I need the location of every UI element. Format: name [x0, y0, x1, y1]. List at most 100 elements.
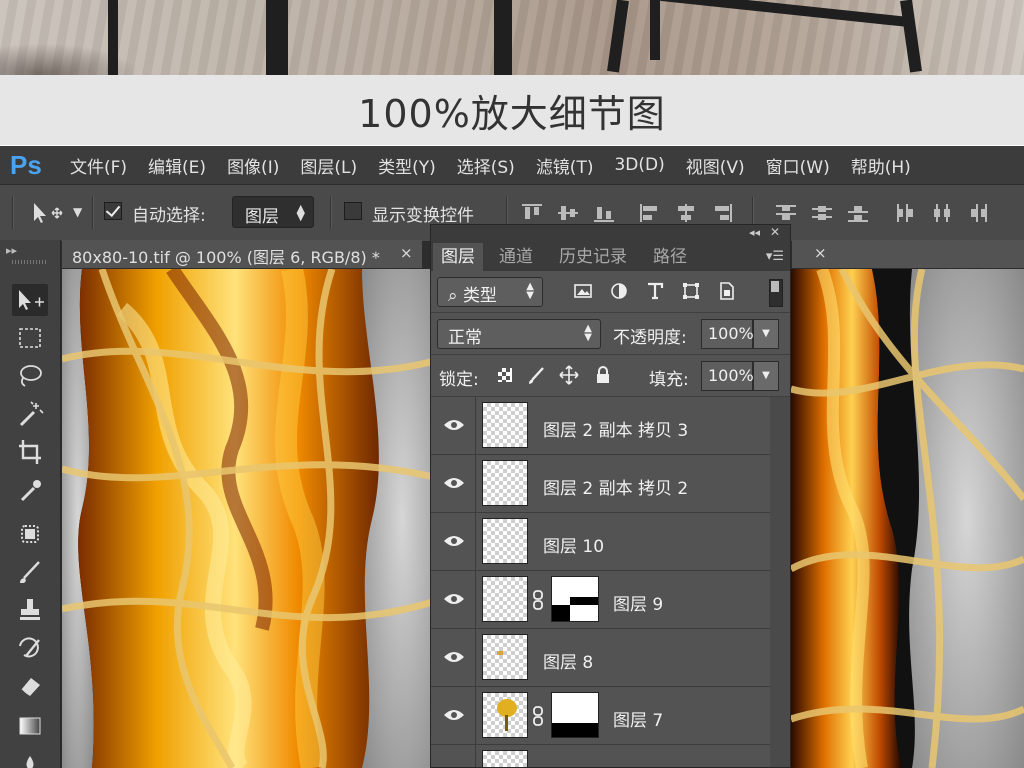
visibility-toggle[interactable] — [431, 571, 476, 629]
align-bottom-icon[interactable] — [592, 202, 616, 224]
layer-name: 图层 2 副本 拷贝 2 — [543, 479, 689, 499]
layer-row[interactable]: 图层 9 — [431, 571, 770, 629]
lasso-tool-button[interactable] — [12, 360, 48, 392]
filter-adjustment-icon[interactable] — [609, 281, 629, 301]
visibility-toggle[interactable] — [431, 455, 476, 513]
filter-toggle[interactable] — [769, 279, 783, 307]
layer-row[interactable]: 图层 2 副本 拷贝 3 — [431, 397, 770, 455]
eraser-tool-button[interactable] — [12, 670, 48, 702]
crop-tool-button[interactable] — [12, 436, 48, 468]
tab-history[interactable]: 历史记录 — [551, 243, 635, 271]
gradient-tool-button[interactable] — [12, 710, 48, 742]
filter-shape-icon[interactable] — [681, 281, 701, 301]
expand-icon[interactable]: ▸▸ — [6, 244, 17, 257]
magic-wand-icon — [19, 401, 44, 427]
distribute-hcenter-icon[interactable] — [930, 202, 954, 224]
lock-image-icon[interactable] — [527, 365, 547, 385]
tab-layers[interactable]: 图层 — [433, 243, 483, 271]
auto-select-dropdown[interactable]: 图层 ▲ ▼ — [232, 196, 314, 228]
menu-type[interactable]: 类型(Y) — [378, 153, 436, 178]
document-tab-2[interactable]: × — [792, 240, 1024, 268]
menu-help[interactable]: 帮助(H) — [851, 153, 911, 178]
tab-channels[interactable]: 通道 — [491, 243, 541, 271]
visibility-toggle[interactable] — [431, 687, 476, 745]
distribute-bottom-icon[interactable] — [846, 202, 870, 224]
healing-brush-tool-button[interactable] — [12, 518, 48, 550]
menu-select[interactable]: 选择(S) — [457, 153, 515, 178]
eye-icon — [444, 478, 464, 488]
menu-edit[interactable]: 编辑(E) — [148, 153, 206, 178]
opacity-input[interactable]: 100% — [701, 319, 754, 349]
tab-paths[interactable]: 路径 — [645, 243, 695, 271]
visibility-toggle[interactable] — [431, 745, 476, 767]
lock-all-icon[interactable] — [593, 365, 613, 385]
caption-band: 100%放大细节图 — [0, 75, 1024, 145]
menu-filter[interactable]: 滤镜(T) — [536, 153, 594, 178]
distribute-left-icon[interactable] — [894, 202, 918, 224]
move-tool-button[interactable] — [12, 284, 48, 316]
layer-mask-thumbnail[interactable] — [551, 576, 599, 622]
brush-tool-button[interactable] — [12, 556, 48, 588]
history-brush-tool-button[interactable] — [12, 632, 48, 664]
eyedropper-tool-button[interactable] — [12, 474, 48, 506]
menu-view[interactable]: 视图(V) — [686, 153, 745, 178]
show-transform-checkbox[interactable] — [344, 202, 362, 220]
lock-transparent-icon[interactable] — [495, 365, 515, 385]
distribute-right-icon[interactable] — [966, 202, 990, 224]
panel-menu-icon[interactable]: ▾☰ — [766, 249, 784, 264]
link-icon[interactable] — [531, 589, 545, 611]
menu-3d[interactable]: 3D(D) — [614, 155, 664, 175]
layer-list-scrollbar[interactable] — [770, 397, 790, 767]
menu-layer[interactable]: 图层(L) — [300, 153, 357, 178]
close-icon[interactable]: × — [400, 244, 413, 262]
panel-grip[interactable] — [12, 260, 46, 264]
fill-dropdown-button[interactable]: ▼ — [753, 361, 779, 391]
align-right-icon[interactable] — [710, 202, 734, 224]
move-tool-icon[interactable] — [30, 201, 64, 225]
distribute-vcenter-icon[interactable] — [810, 202, 834, 224]
close-icon[interactable]: ✕ — [770, 225, 780, 239]
mask-fill — [552, 605, 570, 621]
layer-row[interactable] — [431, 745, 770, 767]
blur-tool-button[interactable] — [12, 746, 48, 768]
visibility-toggle[interactable] — [431, 513, 476, 571]
filter-pixel-icon[interactable] — [573, 281, 593, 301]
filter-smart-object-icon[interactable] — [717, 281, 737, 301]
auto-select-checkbox[interactable] — [104, 202, 122, 220]
filter-type-icon[interactable] — [645, 281, 665, 301]
fill-input[interactable]: 100% — [701, 361, 754, 391]
marquee-tool-button[interactable] — [12, 322, 48, 354]
layer-mask-thumbnail[interactable] — [551, 692, 599, 738]
collapse-icon[interactable]: ◂◂ — [749, 226, 760, 239]
caption-title: 100%放大细节图 — [358, 91, 666, 136]
clone-stamp-tool-button[interactable] — [12, 594, 48, 626]
lock-position-icon[interactable] — [559, 365, 579, 385]
document-tab[interactable]: 80x80-10.tif @ 100% (图层 6, RGB/8) * × — [62, 240, 422, 268]
blend-mode-dropdown[interactable]: 正常 ▲ ▼ — [437, 319, 601, 349]
link-icon[interactable] — [531, 705, 545, 727]
chevron-down-icon[interactable]: ▼ — [73, 205, 82, 219]
distribute-top-icon[interactable] — [774, 202, 798, 224]
layer-row[interactable]: 图层 8 — [431, 629, 770, 687]
menu-file[interactable]: 文件(F) — [70, 153, 127, 178]
align-hcenter-icon[interactable] — [674, 202, 698, 224]
close-icon[interactable]: × — [814, 244, 827, 262]
layer-row[interactable]: 图层 10 — [431, 513, 770, 571]
panel-titlebar[interactable]: ◂◂ ✕ — [431, 225, 790, 243]
filter-kind-dropdown[interactable]: ⌕ 类型 ▲ ▼ — [437, 277, 543, 307]
align-left-icon[interactable] — [638, 202, 662, 224]
layer-row[interactable]: 图层 2 副本 拷贝 2 — [431, 455, 770, 513]
menu-image[interactable]: 图像(I) — [227, 153, 279, 178]
brush-icon — [20, 561, 40, 583]
align-vcenter-icon[interactable] — [556, 202, 580, 224]
visibility-toggle[interactable] — [431, 397, 476, 455]
lock-label: 锁定: — [439, 370, 479, 390]
align-top-icon[interactable] — [520, 202, 544, 224]
visibility-toggle[interactable] — [431, 629, 476, 687]
menu-window[interactable]: 窗口(W) — [766, 153, 830, 178]
gradient-icon — [19, 717, 41, 735]
filter-row: ⌕ 类型 ▲ ▼ — [431, 271, 790, 313]
opacity-dropdown-button[interactable]: ▼ — [753, 319, 779, 349]
layer-row[interactable]: 图层 7 — [431, 687, 770, 745]
magic-wand-tool-button[interactable] — [12, 398, 48, 430]
